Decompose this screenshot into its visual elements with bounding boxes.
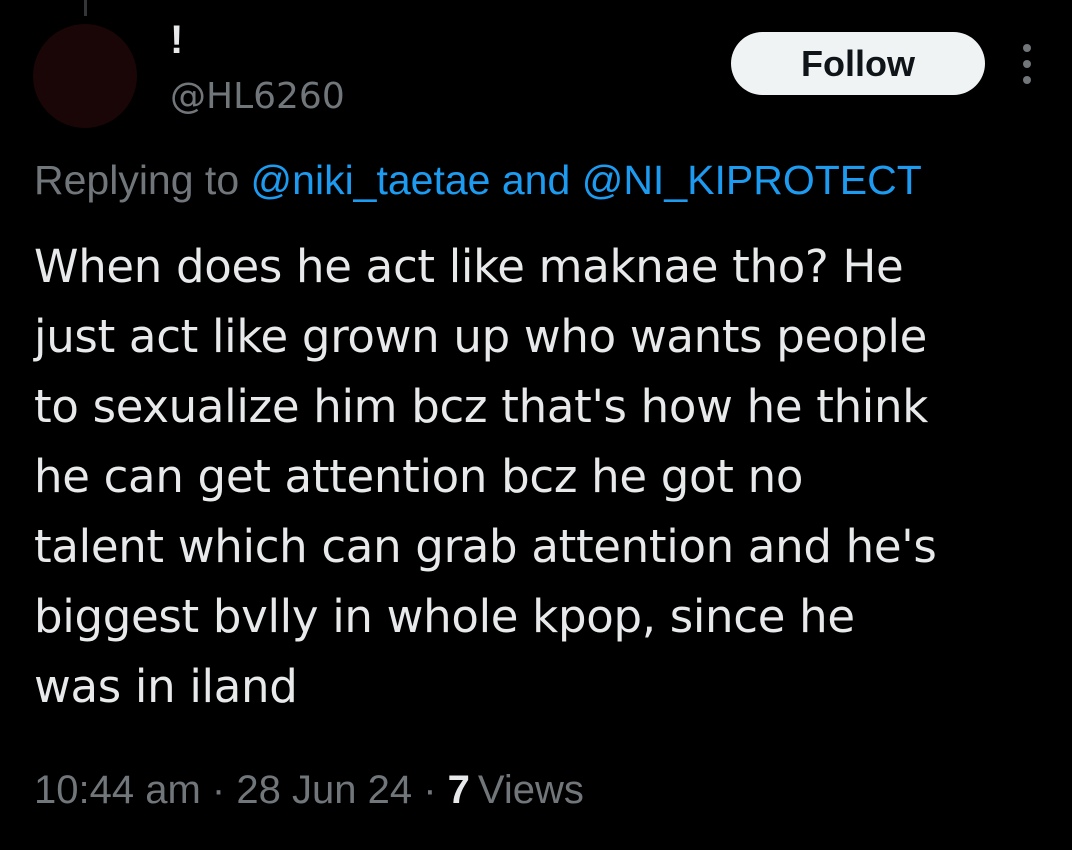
tweet-text-line: talent which can grab attention and he's	[34, 520, 937, 573]
tweet-text-line: just act like grown up who wants people	[34, 310, 928, 363]
reply-context-prefix: Replying to	[34, 157, 240, 203]
meta-separator: ·	[423, 768, 437, 812]
reply-context: Replying to @niki_taetae and @NI_KIPROTE…	[34, 154, 922, 206]
avatar[interactable]	[33, 24, 137, 128]
views-count: 7	[447, 768, 470, 812]
mention-link-ni-kiprotect[interactable]: @NI_KIPROTECT	[582, 157, 922, 203]
tweet-time[interactable]: 10:44 am	[34, 768, 201, 812]
reply-context-joiner: and	[501, 157, 571, 203]
follow-button[interactable]: Follow	[731, 32, 985, 95]
tweet-text-line: he can get attention bcz he got no	[34, 450, 804, 503]
mention-link-niki-taetae[interactable]: @niki_taetae	[251, 157, 491, 203]
more-vertical-icon[interactable]	[1017, 44, 1037, 84]
tweet-text-line: to sexualize him bcz that's how he think	[34, 380, 928, 433]
more-dot	[1023, 60, 1031, 68]
tweet-meta: 10:44 am · 28 Jun 24 · 7 Views	[34, 764, 584, 816]
tweet-text: When does he act like maknae tho? He jus…	[34, 232, 1044, 722]
tweet-text-line: biggest bvlly in whole kpop, since he	[34, 590, 855, 643]
tweet-text-line: was in iland	[34, 660, 298, 713]
more-dot	[1023, 76, 1031, 84]
meta-separator: ·	[211, 768, 226, 812]
tweet-date[interactable]: 28 Jun 24	[236, 768, 412, 812]
author-display-name[interactable]: !	[170, 16, 183, 64]
thread-connector-line	[84, 0, 87, 16]
views-label: Views	[477, 768, 584, 812]
more-dot	[1023, 44, 1031, 52]
tweet-text-line: When does he act like maknae tho? He	[34, 240, 904, 293]
author-handle[interactable]: @HL6260	[170, 74, 345, 120]
